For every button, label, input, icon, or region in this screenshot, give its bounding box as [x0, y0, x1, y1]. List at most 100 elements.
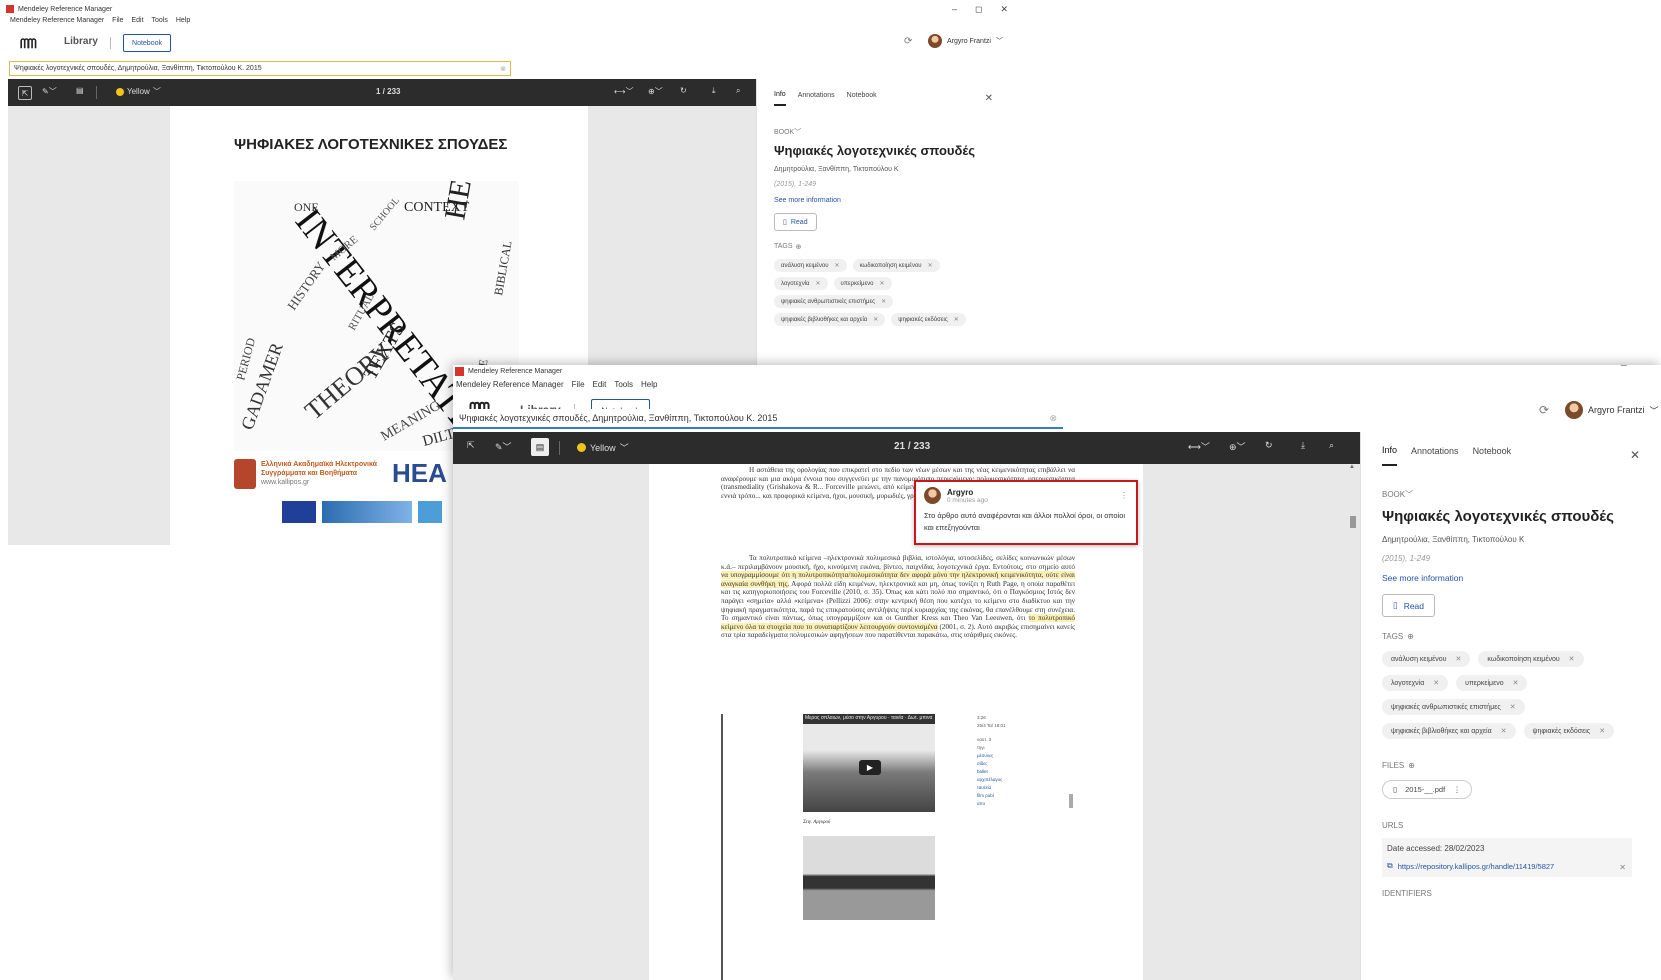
- search-icon[interactable]: ⌕: [1329, 440, 1334, 451]
- play-button-icon[interactable]: ▶: [859, 760, 881, 775]
- minimize-button[interactable]: –: [952, 4, 957, 15]
- read-button[interactable]: ▯ Read: [774, 213, 817, 231]
- user-menu[interactable]: Argyro Frantzi ﹀: [928, 34, 1003, 48]
- close-window-button[interactable]: ✕: [1001, 4, 1009, 15]
- tag-chip[interactable]: ανάλυση κειμένου ✕: [1382, 651, 1471, 667]
- search-input[interactable]: Ψηφιακές λογοτεχνικές σπουδές, Δημητρούλ…: [453, 409, 1063, 429]
- tab-notebook[interactable]: Notebook: [1473, 446, 1512, 465]
- select-tool-icon[interactable]: ⇱: [18, 86, 32, 100]
- remove-tag-icon[interactable]: ✕: [881, 298, 886, 305]
- tag-chip[interactable]: ψηφιακές εκδόσεις ✕: [891, 313, 966, 326]
- zoom-icon[interactable]: ⊕﹀: [1229, 440, 1246, 453]
- menu-file[interactable]: File: [112, 17, 123, 24]
- figure-scrollbar[interactable]: [1069, 794, 1073, 808]
- add-tag-icon[interactable]: ⊕: [1407, 632, 1414, 641]
- minimize-button[interactable]: –: [1593, 365, 1598, 368]
- video-thumbnail[interactable]: ▶: [803, 724, 935, 812]
- comment-popup[interactable]: Argyro 0 minutes ago ⋮ Στο άρθρο αυτό αν…: [914, 480, 1138, 545]
- note-tool-icon[interactable]: ▤: [531, 438, 549, 456]
- pdf-viewer[interactable]: Η αστάθεια της ορολογίας που επικρατεί σ…: [453, 464, 1360, 980]
- tag-chip[interactable]: λογοτεχνία ✕: [1382, 675, 1449, 691]
- notebook-button[interactable]: Notebook: [123, 34, 171, 52]
- remove-tag-icon[interactable]: ✕: [1513, 679, 1519, 687]
- tag-chip[interactable]: ψηφιακές ανθρωπιστικές επιστήμες ✕: [774, 295, 894, 308]
- sync-icon[interactable]: ⟳: [904, 36, 912, 47]
- close-icon[interactable]: ✕: [985, 93, 993, 104]
- url-link[interactable]: https://repository.kallipos.gr/handle/11…: [1398, 862, 1555, 871]
- menu-tools[interactable]: Tools: [152, 17, 168, 24]
- maximize-button[interactable]: ◻: [975, 4, 982, 15]
- fit-width-icon[interactable]: ⟷﹀: [614, 86, 633, 97]
- menu-file[interactable]: File: [572, 380, 585, 389]
- sync-icon[interactable]: ⟳: [1539, 403, 1549, 417]
- add-tag-icon[interactable]: ⊕: [796, 243, 802, 251]
- more-options-icon[interactable]: ⋮: [1120, 491, 1128, 500]
- remove-tag-icon[interactable]: ✕: [1501, 727, 1507, 735]
- pen-tool-icon[interactable]: ✎﹀: [495, 440, 512, 453]
- maximize-button[interactable]: ◻: [1620, 365, 1627, 368]
- see-more-link[interactable]: See more information: [1382, 573, 1640, 583]
- tag-chip[interactable]: κωδικοποίηση κειμένου ✕: [852, 259, 940, 272]
- rotate-icon[interactable]: ↻: [1265, 440, 1273, 451]
- see-more-link[interactable]: See more information: [774, 197, 993, 204]
- menu-tools[interactable]: Tools: [614, 380, 633, 389]
- pen-tool-icon[interactable]: ✎﹀: [42, 86, 57, 97]
- fit-width-icon[interactable]: ⟷﹀: [1188, 440, 1210, 453]
- scrollbar-thumb[interactable]: [1350, 516, 1356, 528]
- zoom-icon[interactable]: ⊕﹀: [648, 86, 663, 97]
- download-icon[interactable]: ⤓: [712, 86, 716, 96]
- tag-chip[interactable]: ψηφιακές βιβλιοθήκες και αρχεία ✕: [1382, 723, 1516, 739]
- menu-edit[interactable]: Edit: [593, 380, 607, 389]
- more-options-icon[interactable]: ⋮: [1453, 785, 1461, 794]
- note-tool-icon[interactable]: ▤: [76, 86, 84, 95]
- color-picker[interactable]: Yellow ﹀: [577, 441, 629, 454]
- mendeley-logo-icon[interactable]: ᗰᗰ: [20, 36, 37, 52]
- clear-search-icon[interactable]: ⊗: [500, 65, 506, 73]
- search-input[interactable]: Ψηφιακές λογοτεχνικές σπουδές, Δημητρούλ…: [9, 61, 511, 76]
- tag-chip[interactable]: ανάλυση κειμένου ✕: [774, 259, 847, 272]
- add-file-icon[interactable]: ⊕: [1408, 761, 1415, 770]
- remove-tag-icon[interactable]: ✕: [1510, 703, 1516, 711]
- download-icon[interactable]: ⤓: [1301, 440, 1305, 451]
- remove-tag-icon[interactable]: ✕: [1455, 655, 1461, 663]
- tab-annotations[interactable]: Annotations: [1411, 446, 1459, 465]
- remove-url-icon[interactable]: ✕: [1619, 863, 1626, 872]
- close-window-button[interactable]: ✕: [1650, 365, 1658, 368]
- remove-tag-icon[interactable]: ✕: [1433, 679, 1439, 687]
- tab-annotations[interactable]: Annotations: [798, 92, 835, 105]
- user-menu[interactable]: Argyro Frantzi ﹀: [1565, 401, 1659, 419]
- scroll-up-icon[interactable]: ▲: [1349, 464, 1355, 470]
- select-tool-icon[interactable]: ⇱: [467, 440, 475, 451]
- rotate-icon[interactable]: ↻: [680, 86, 687, 95]
- library-link[interactable]: Library: [64, 36, 98, 47]
- tag-chip[interactable]: ψηφιακές εκδόσεις ✕: [1523, 723, 1615, 739]
- book-title[interactable]: Ψηφιακές λογοτεχνικές σπουδές: [774, 143, 993, 158]
- remove-tag-icon[interactable]: ✕: [1569, 655, 1575, 663]
- menu-help[interactable]: Help: [641, 380, 657, 389]
- tag-chip[interactable]: υπερκείμενο ✕: [833, 277, 892, 290]
- comment-text[interactable]: Στο άρθρο αυτό αναφέρονται και άλλοι πολ…: [924, 510, 1128, 534]
- tab-info[interactable]: Info: [774, 91, 786, 106]
- clear-search-icon[interactable]: ⊗: [1049, 413, 1057, 424]
- close-icon[interactable]: ✕: [1630, 448, 1640, 462]
- file-chip[interactable]: ▯ 2015-__.pdf ⋮: [1382, 780, 1472, 799]
- tag-chip[interactable]: υπερκείμενο ✕: [1456, 675, 1528, 691]
- tab-info[interactable]: Info: [1382, 445, 1398, 466]
- color-picker[interactable]: Yellow ﹀: [116, 86, 161, 97]
- tag-chip[interactable]: ψηφιακές ανθρωπιστικές επιστήμες ✕: [1382, 699, 1525, 715]
- type-label[interactable]: BOOK﹀: [1382, 489, 1640, 500]
- remove-tag-icon[interactable]: ✕: [928, 262, 933, 269]
- remove-tag-icon[interactable]: ✕: [873, 316, 878, 323]
- remove-tag-icon[interactable]: ✕: [835, 262, 840, 269]
- search-icon[interactable]: ⌕: [736, 86, 740, 96]
- menu-edit[interactable]: Edit: [131, 17, 143, 24]
- tab-notebook[interactable]: Notebook: [847, 92, 877, 105]
- remove-tag-icon[interactable]: ✕: [954, 316, 959, 323]
- read-button[interactable]: ▯ Read: [1382, 594, 1436, 617]
- menu-help[interactable]: Help: [176, 17, 190, 24]
- remove-tag-icon[interactable]: ✕: [1599, 727, 1605, 735]
- book-title[interactable]: Ψηφιακές λογοτεχνικές σπουδές: [1382, 508, 1640, 525]
- tag-chip[interactable]: κωδικοποίηση κειμένου ✕: [1478, 651, 1584, 667]
- tag-chip[interactable]: ψηφιακές βιβλιοθήκες και αρχεία ✕: [774, 313, 886, 326]
- type-label[interactable]: BOOK﹀: [774, 127, 993, 137]
